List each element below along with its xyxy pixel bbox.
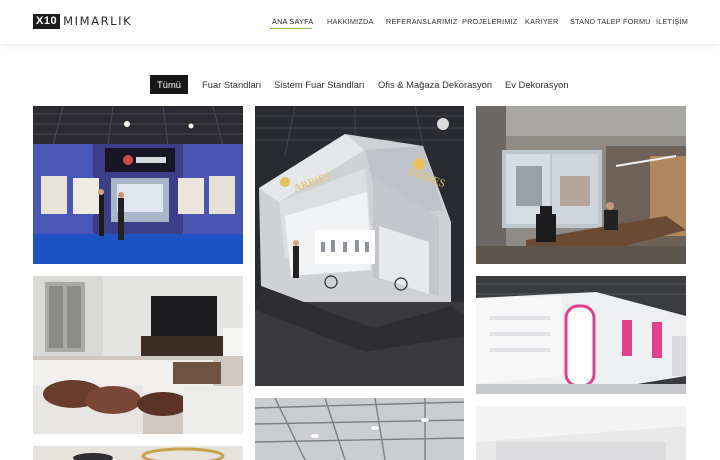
gallery-item-ic-mekan[interactable] (476, 406, 686, 460)
gallery-item-ofis[interactable] (476, 106, 686, 264)
nav-item-iletisim[interactable]: İLETİŞİM (656, 17, 688, 27)
gallery-item-fuar-stand-arbies[interactable]: ARBIES ARBIES (255, 106, 464, 386)
main-nav: ANA SAYFA HAKKIMIZDA REFERANSLARIMIZ PRO… (0, 17, 720, 31)
gallery-item-sistem-stand[interactable] (476, 276, 686, 394)
photo-fuar-stand-blue (33, 106, 243, 264)
filter-fuar-standlari[interactable]: Fuar Standları (202, 75, 261, 94)
photo-fuar-alani (255, 398, 464, 460)
photo-fuar-stand-arbies: ARBIES ARBIES (255, 106, 464, 386)
site-header: X10 MIMARLIK ANA SAYFA HAKKIMIZDA REFERA… (0, 0, 720, 44)
portfolio-filters: Tümü Fuar Standları Sistem Fuar Standlar… (0, 75, 720, 95)
gallery-item-fuar-alani[interactable] (255, 398, 464, 460)
filter-sistem-fuar-standlari[interactable]: Sistem Fuar Standları (274, 75, 365, 94)
filter-ev-dekorasyon[interactable]: Ev Dekorasyon (505, 75, 569, 94)
photo-ofis (476, 106, 686, 264)
filter-tumu[interactable]: Tümü (150, 75, 188, 94)
nav-active-indicator (270, 28, 312, 29)
nav-item-hakkimizda[interactable]: HAKKIMIZDA (327, 17, 374, 27)
gallery-item-aydinlatma[interactable] (33, 446, 243, 460)
nav-item-projelerimiz[interactable]: PROJELERIMIZ (462, 17, 518, 27)
filter-ofis-magaza-dekorasyon[interactable]: Ofis & Mağaza Dekorasyon (378, 75, 492, 94)
nav-item-kariyer[interactable]: KARIYER (525, 17, 558, 27)
photo-sistem-stand (476, 276, 686, 394)
nav-item-stand-talep-formu[interactable]: STAND TALEP FORMU (570, 17, 651, 27)
nav-item-referanslarimiz[interactable]: REFERANSLARIMIZ (386, 17, 458, 27)
photo-ev-salon (33, 276, 243, 434)
photo-aydinlatma (33, 446, 243, 460)
gallery-item-ev-salon[interactable] (33, 276, 243, 434)
gallery-item-fuar-stand-blue[interactable] (33, 106, 243, 264)
photo-ic-mekan (476, 406, 686, 460)
nav-item-ana-sayfa[interactable]: ANA SAYFA (272, 17, 313, 27)
